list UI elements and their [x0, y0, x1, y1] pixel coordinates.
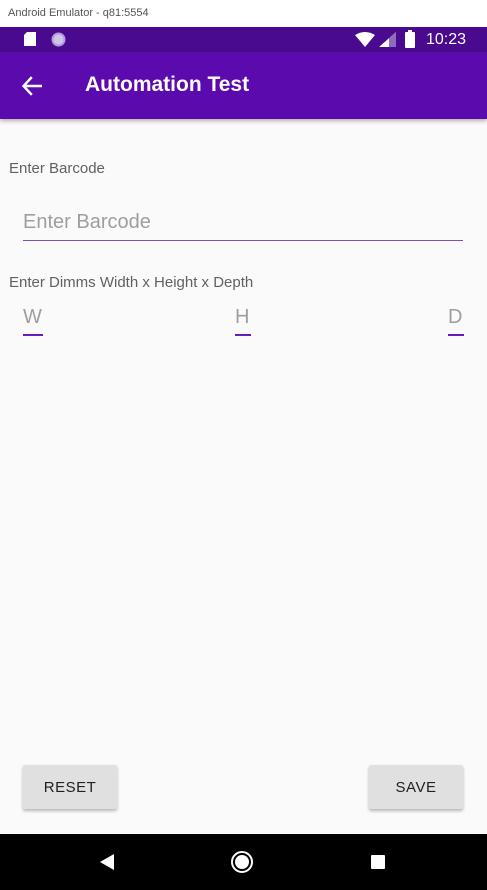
window-title: Android Emulator - q81:5554	[0, 0, 487, 27]
height-input[interactable]	[235, 300, 251, 336]
back-button[interactable]	[12, 66, 52, 106]
app-bar: Automation Test	[0, 52, 487, 119]
cell-signal-icon	[379, 32, 396, 47]
depth-input[interactable]	[448, 300, 464, 336]
barcode-input[interactable]	[23, 205, 463, 241]
reset-button[interactable]: RESET	[23, 765, 117, 809]
sd-card-icon	[24, 32, 36, 46]
form-content: Enter Barcode Enter Dimms Width x Height…	[0, 119, 487, 834]
nav-recents-icon[interactable]	[366, 850, 390, 874]
android-device-screen: 10:23 Automation Test Enter Barcode Ente…	[0, 27, 487, 890]
nav-home-icon[interactable]	[230, 850, 254, 874]
dimensions-label: Enter Dimms Width x Height x Depth	[9, 274, 254, 291]
nav-back-icon[interactable]	[95, 850, 119, 874]
status-time: 10:23	[426, 31, 467, 48]
save-button[interactable]: SAVE	[369, 765, 463, 809]
barcode-label: Enter Barcode	[9, 160, 105, 177]
page-title: Automation Test	[85, 73, 250, 96]
notification-dot-icon	[51, 32, 66, 47]
width-input[interactable]	[23, 300, 43, 336]
status-bar: 10:23	[0, 27, 487, 52]
battery-icon	[405, 30, 415, 48]
arrow-back-icon	[22, 76, 42, 96]
navigation-bar	[0, 834, 487, 890]
wifi-icon	[355, 32, 375, 47]
